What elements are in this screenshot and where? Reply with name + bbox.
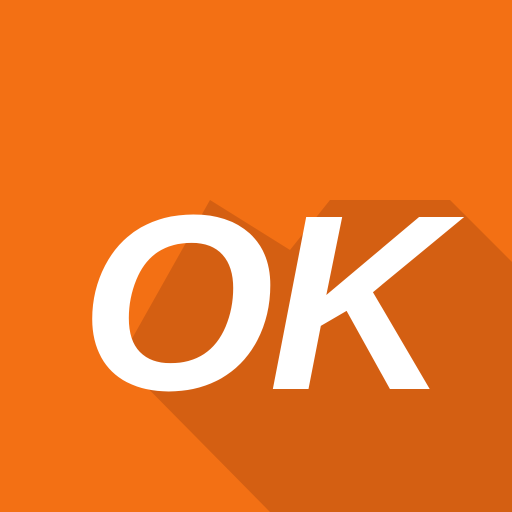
- ok-icon-tile: OK: [0, 0, 512, 512]
- ok-label: OK: [80, 163, 449, 442]
